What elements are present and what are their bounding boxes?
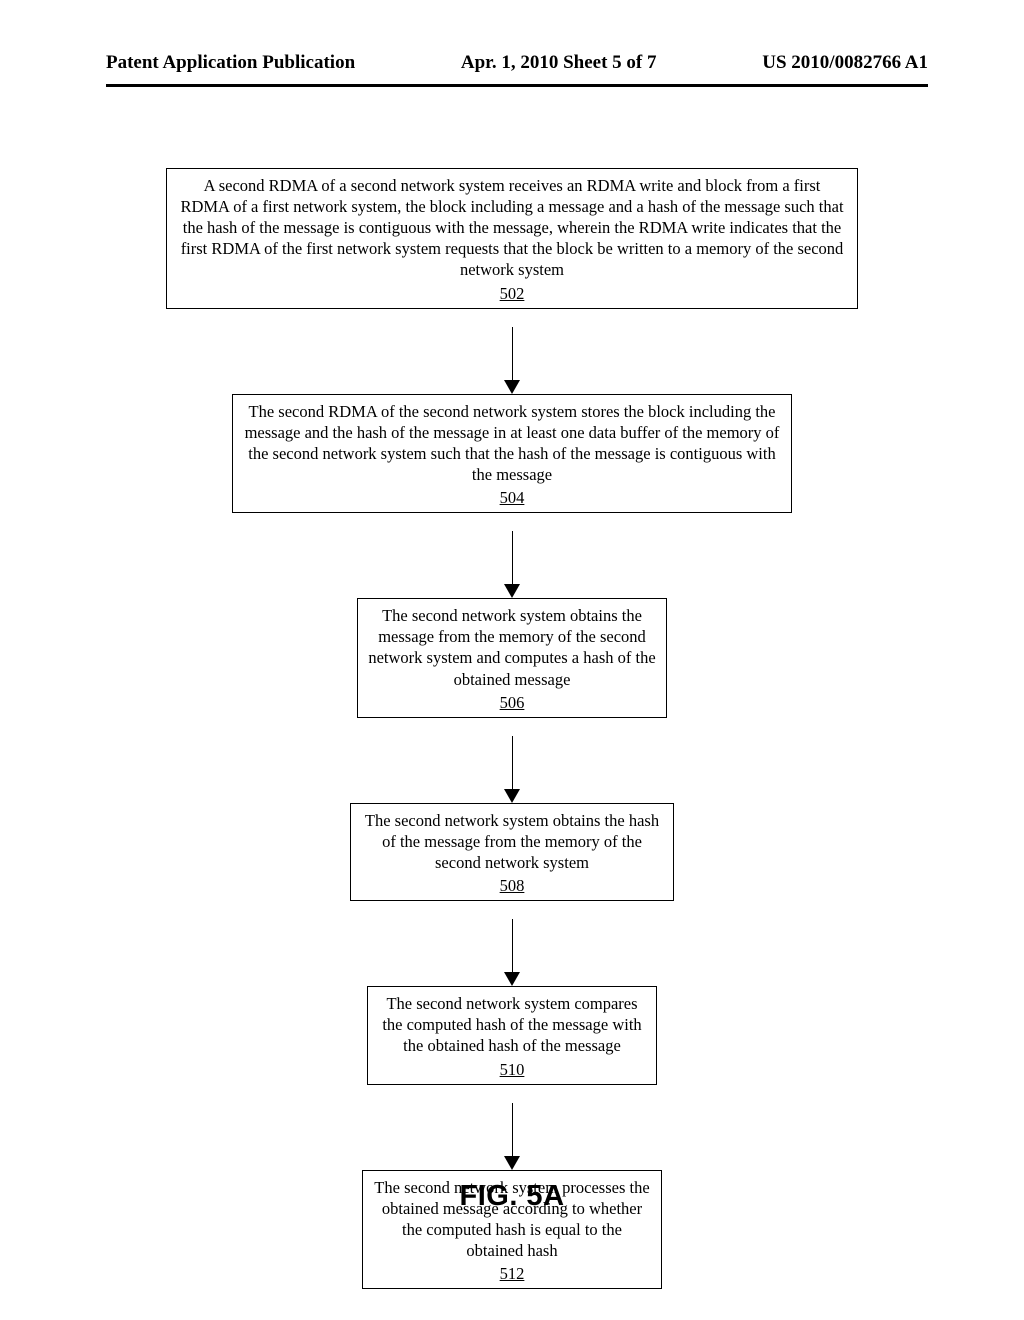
connector <box>504 901 520 986</box>
step-502: A second RDMA of a second network system… <box>166 168 858 309</box>
header-left: Patent Application Publication <box>106 52 355 74</box>
header-center: Apr. 1, 2010 Sheet 5 of 7 <box>461 52 657 74</box>
step-510: The second network system compares the c… <box>367 986 657 1084</box>
step-number: 512 <box>373 1263 651 1284</box>
arrow-down-icon <box>504 972 520 986</box>
step-text: The second network system obtains the ha… <box>361 810 663 873</box>
page-header: Patent Application Publication Apr. 1, 2… <box>0 52 1024 74</box>
step-number: 502 <box>177 283 847 304</box>
connector <box>504 1085 520 1170</box>
step-text: A second RDMA of a second network system… <box>177 175 847 281</box>
step-text: The second network system compares the c… <box>378 993 646 1056</box>
flowchart: A second RDMA of a second network system… <box>162 168 862 1289</box>
arrow-down-icon <box>504 380 520 394</box>
step-504: The second RDMA of the second network sy… <box>232 394 792 514</box>
step-508: The second network system obtains the ha… <box>350 803 674 901</box>
arrow-down-icon <box>504 789 520 803</box>
arrow-down-icon <box>504 584 520 598</box>
header-rule <box>106 84 928 87</box>
step-number: 506 <box>368 692 656 713</box>
connector <box>504 718 520 803</box>
connector <box>504 309 520 394</box>
step-506: The second network system obtains the me… <box>357 598 667 718</box>
page: Patent Application Publication Apr. 1, 2… <box>0 0 1024 1320</box>
step-text: The second network system obtains the me… <box>368 605 656 689</box>
step-text: The second RDMA of the second network sy… <box>243 401 781 485</box>
step-number: 504 <box>243 487 781 508</box>
step-number: 508 <box>361 875 663 896</box>
header-right: US 2010/0082766 A1 <box>762 52 928 74</box>
figure-label: FIG. 5A <box>459 1180 564 1213</box>
arrow-down-icon <box>504 1156 520 1170</box>
step-number: 510 <box>378 1059 646 1080</box>
connector <box>504 513 520 598</box>
